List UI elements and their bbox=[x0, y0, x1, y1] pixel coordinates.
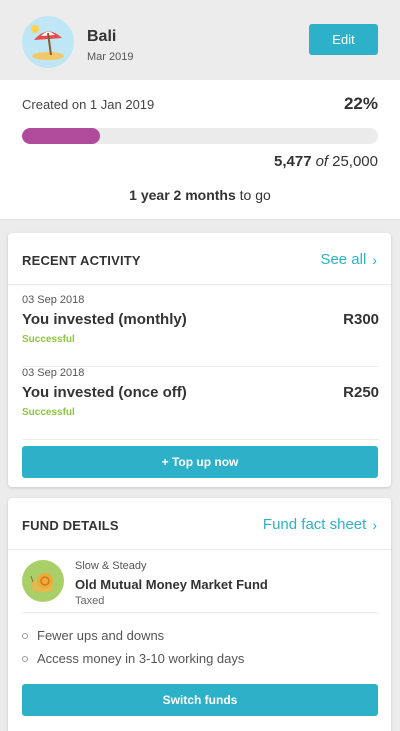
activity-amount: R250 bbox=[343, 384, 379, 401]
target-amount: 25,000 bbox=[332, 153, 378, 170]
fund-category: Slow & Steady bbox=[75, 560, 147, 572]
see-all-link[interactable]: See all › bbox=[320, 251, 377, 268]
time-remaining: 1 year 2 months to go bbox=[0, 187, 400, 203]
fund-details-title: FUND DETAILS bbox=[22, 518, 119, 533]
edit-button[interactable]: Edit bbox=[309, 24, 378, 55]
chevron-right-icon: › bbox=[372, 251, 377, 268]
fund-fact-sheet-link[interactable]: Fund fact sheet › bbox=[263, 516, 377, 533]
chevron-right-icon: › bbox=[372, 516, 377, 533]
activity-item[interactable]: 03 Sep 2018 You invested (monthly) Succe… bbox=[22, 294, 379, 367]
top-up-button[interactable]: + Top up now bbox=[22, 446, 378, 478]
created-date: Created on 1 Jan 2019 bbox=[22, 97, 155, 112]
bullet-icon bbox=[22, 632, 28, 639]
activity-item[interactable]: 03 Sep 2018 You invested (once off) Succ… bbox=[22, 367, 379, 440]
recent-activity-title: RECENT ACTIVITY bbox=[22, 253, 141, 268]
progress-bar-fill bbox=[22, 128, 101, 144]
of-label: of bbox=[315, 153, 329, 170]
recent-activity-card: RECENT ACTIVITY See all › 03 Sep 2018 Yo… bbox=[8, 233, 391, 487]
activity-date: 03 Sep 2018 bbox=[22, 294, 85, 306]
fund-name: Old Mutual Money Market Fund bbox=[75, 577, 268, 592]
goal-header: Bali Mar 2019 Edit bbox=[0, 0, 400, 80]
activity-status: Successful bbox=[22, 407, 75, 418]
activity-description: You invested (once off) bbox=[22, 384, 187, 401]
time-remaining-suffix: to go bbox=[235, 187, 271, 203]
fund-tax-status: Taxed bbox=[75, 595, 105, 607]
activity-amount: R300 bbox=[343, 311, 379, 328]
bullet-icon bbox=[22, 655, 28, 662]
snail-icon bbox=[22, 560, 64, 602]
activity-status: Successful bbox=[22, 334, 75, 345]
beach-umbrella-icon bbox=[22, 16, 74, 68]
goal-date: Mar 2019 bbox=[87, 51, 134, 63]
divider bbox=[22, 612, 379, 613]
fund-feature-text: Fewer ups and downs bbox=[37, 628, 165, 643]
list-item: Fewer ups and downs bbox=[22, 624, 244, 647]
activity-description: You invested (monthly) bbox=[22, 311, 187, 328]
switch-funds-button[interactable]: Switch funds bbox=[22, 684, 378, 716]
progress-amounts: 5,477 of 25,000 bbox=[274, 153, 378, 170]
time-remaining-value: 1 year 2 months bbox=[129, 187, 236, 203]
progress-bar bbox=[22, 128, 378, 144]
fund-details-card: FUND DETAILS Fund fact sheet › Slow & St… bbox=[8, 498, 391, 731]
fund-fact-sheet-label: Fund fact sheet bbox=[262, 516, 367, 533]
list-item: Access money in 3-10 working days bbox=[22, 647, 244, 670]
fund-features-list: Fewer ups and downs Access money in 3-10… bbox=[22, 624, 244, 670]
activity-date: 03 Sep 2018 bbox=[22, 367, 85, 379]
recent-activity-header: RECENT ACTIVITY See all › bbox=[8, 233, 391, 285]
progress-percent: 22% bbox=[343, 94, 378, 113]
fund-details-header: FUND DETAILS Fund fact sheet › bbox=[8, 498, 391, 550]
fund-feature-text: Access money in 3-10 working days bbox=[37, 651, 245, 666]
current-amount: 5,477 bbox=[274, 153, 312, 170]
see-all-label: See all bbox=[320, 251, 367, 268]
goal-title: Bali bbox=[87, 28, 117, 45]
